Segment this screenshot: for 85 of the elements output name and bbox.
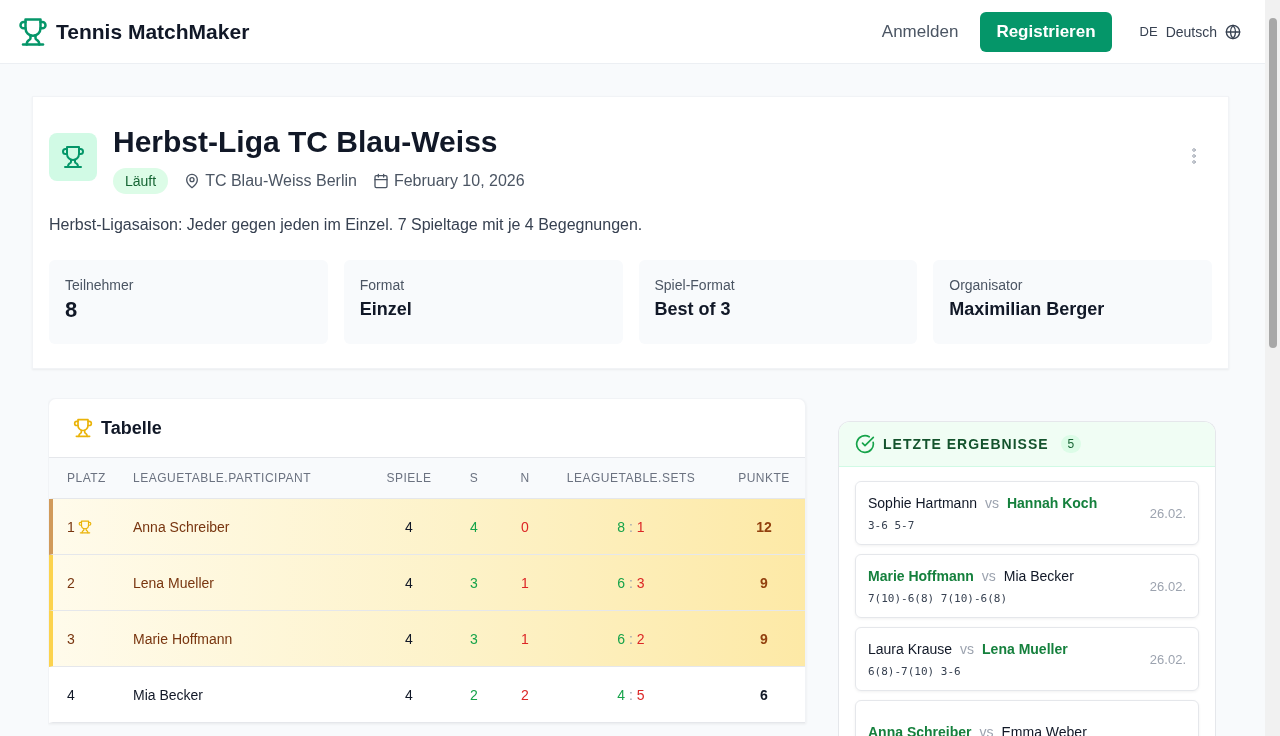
games-cell-text: 4 — [404, 518, 414, 535]
section-title: LETZTE ERGEBNISSE — [883, 436, 1049, 452]
match-score: 7(10)-6(8) 7(10)-6(8) — [868, 591, 1009, 605]
stat-label: Spiel-Format — [654, 277, 736, 293]
participant-cell-text: Anna Schreiber — [133, 518, 231, 535]
check-circle-icon — [855, 434, 875, 454]
stat-value: 8 — [65, 297, 79, 323]
column-header: PLATZ — [66, 471, 107, 485]
tournament-description: Herbst-Ligasaison: Jeder gegen jeden im Einzel. 7 Spieltage mit je 4 Begegnungen. — [49, 216, 644, 234]
column-header: SPIELE — [385, 471, 433, 485]
tournament-title: Herbst-Liga TC Blau-Weiss — [113, 124, 499, 160]
language-selector[interactable]: DE Deutsch — [1139, 23, 1241, 40]
scrollbar-thumb[interactable] — [1269, 18, 1277, 348]
app-title: Tennis MatchMaker — [56, 19, 250, 44]
stat-value: Maximilian Berger — [949, 299, 1106, 320]
stat-label: Organisator — [949, 277, 1024, 293]
stat-value: Einzel — [359, 299, 413, 320]
column-header: N — [519, 471, 531, 485]
register-button[interactable]: Registrieren — [980, 11, 1112, 52]
column-header: LEAGUETABLE.PARTICIPANT — [133, 471, 312, 485]
losses-cell-text: 2 — [520, 686, 530, 703]
participant-cell-text: Marie Hoffmann — [133, 630, 234, 647]
column-header: S — [468, 471, 480, 485]
status-badge: Läuft — [113, 168, 169, 194]
map-pin-icon — [184, 173, 201, 189]
match-date: 26.02. — [1149, 505, 1186, 521]
table-title: Tabelle — [101, 417, 162, 439]
wins-cell-text: 2 — [469, 686, 479, 703]
vs-label: vs — [960, 640, 975, 657]
stat-value: Best of 3 — [654, 299, 732, 320]
player-name: Lena Mueller — [982, 640, 1068, 657]
trophy-icon — [61, 145, 85, 169]
sets-cell: 4 : 5 — [617, 686, 645, 703]
rank-cell-text: 3 — [66, 630, 76, 647]
language-label: Deutsch — [1165, 23, 1217, 40]
participant-cell-text: Lena Mueller — [133, 574, 215, 591]
column-header: PUNKTE — [737, 471, 791, 485]
player-name: Hannah Koch — [1006, 494, 1098, 511]
stat-label: Format — [359, 277, 406, 293]
sets-cell: 6 : 3 — [617, 574, 645, 591]
player-name: Mia Becker — [1003, 567, 1074, 584]
match-date: 26.02. — [1149, 578, 1186, 594]
trophy-icon — [77, 519, 92, 534]
rank-cell: 1 — [53, 518, 133, 535]
trophy-icon — [73, 418, 93, 438]
globe-icon — [1225, 23, 1241, 40]
match-score: 6(8)-7(10) 3-6 — [868, 664, 962, 678]
result-card[interactable]: Marie Hoffmann vs Mia Becker 7(10)-6(8) 7(10)-6(8) 26.02. — [855, 554, 1199, 618]
sets-cell: 6 : 2 — [617, 630, 645, 647]
points-cell: 9 — [760, 630, 768, 647]
rank-cell-text: 2 — [66, 574, 76, 591]
language-code: DE — [1139, 24, 1158, 39]
player-name: Sophie Hartmann — [868, 494, 977, 511]
wins-cell-text: 4 — [469, 518, 479, 535]
points-cell: 6 — [760, 686, 768, 703]
wins-cell-text: 3 — [469, 574, 479, 591]
count-badge: 5 — [1060, 435, 1082, 453]
rank-cell-text: 4 — [66, 686, 76, 703]
more-icon — [1192, 148, 1196, 164]
vs-label: vs — [981, 567, 996, 584]
location-text: TC Blau-Weiss Berlin — [205, 172, 357, 190]
losses-cell-text: 1 — [520, 630, 530, 647]
result-card[interactable]: Laura Krause vs Lena Mueller 6(8)-7(10) 3-6 26.02. — [855, 627, 1199, 691]
login-link[interactable]: Anmelden — [875, 20, 965, 43]
losses-cell-text: 1 — [520, 574, 530, 591]
player-name: Marie Hoffmann — [868, 567, 974, 584]
wins-cell-text: 3 — [469, 630, 479, 647]
calendar-icon — [372, 173, 389, 189]
vs-label: vs — [984, 494, 999, 511]
date-text: February 10, 2026 — [393, 172, 525, 190]
stat-label: Teilnehmer — [65, 277, 135, 293]
sets-cell: 8 : 1 — [617, 518, 645, 535]
match-date: 26.02. — [1149, 651, 1186, 667]
participant-cell-text: Mia Becker — [133, 686, 205, 703]
games-cell-text: 4 — [404, 574, 414, 591]
points-cell: 12 — [756, 518, 772, 535]
games-cell-text: 4 — [404, 686, 414, 703]
match-score: 3-6 5-7 — [868, 518, 916, 532]
games-cell-text: 4 — [404, 630, 414, 647]
trophy-icon — [18, 15, 48, 48]
player-name: Laura Krause — [868, 640, 953, 657]
result-card[interactable]: Sophie Hartmann vs Hannah Koch 3-6 5-7 26.02. — [855, 481, 1199, 545]
points-cell: 9 — [760, 574, 768, 591]
losses-cell-text: 0 — [520, 518, 530, 535]
column-header: LEAGUETABLE.SETS — [565, 471, 697, 485]
